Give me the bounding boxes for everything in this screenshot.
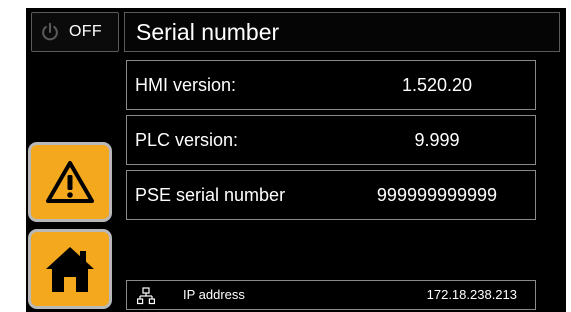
ip-address-label: IP address [183, 287, 245, 302]
ip-address-value: 172.18.238.213 [426, 287, 517, 302]
power-toggle-button[interactable]: OFF [31, 12, 119, 52]
ip-address-bar: IP address 172.18.238.213 [126, 280, 536, 310]
info-row-plc-version: PLC version: 9.999 [126, 115, 536, 165]
page-title: Serial number [124, 12, 560, 52]
home-button[interactable] [28, 229, 112, 309]
info-value: 999999999999 [376, 185, 498, 205]
info-value: 9.999 [414, 130, 460, 150]
info-row-hmi-version: HMI version: 1.520.20 [126, 60, 536, 110]
power-icon [42, 22, 58, 41]
warning-button[interactable] [28, 142, 112, 222]
info-row-pse-serial: PSE serial number 999999999999 [126, 170, 536, 220]
network-icon [137, 287, 155, 305]
hmi-screen: OFF Serial number HMI version: 1.520.20 … [26, 8, 566, 312]
home-icon [46, 247, 94, 292]
info-label: PLC version: [135, 130, 239, 150]
info-value: 1.520.20 [401, 75, 473, 95]
power-state-label: OFF [69, 23, 102, 40]
info-label: HMI version: [135, 75, 237, 95]
info-label: PSE serial number [135, 185, 286, 205]
warning-icon [46, 161, 94, 203]
